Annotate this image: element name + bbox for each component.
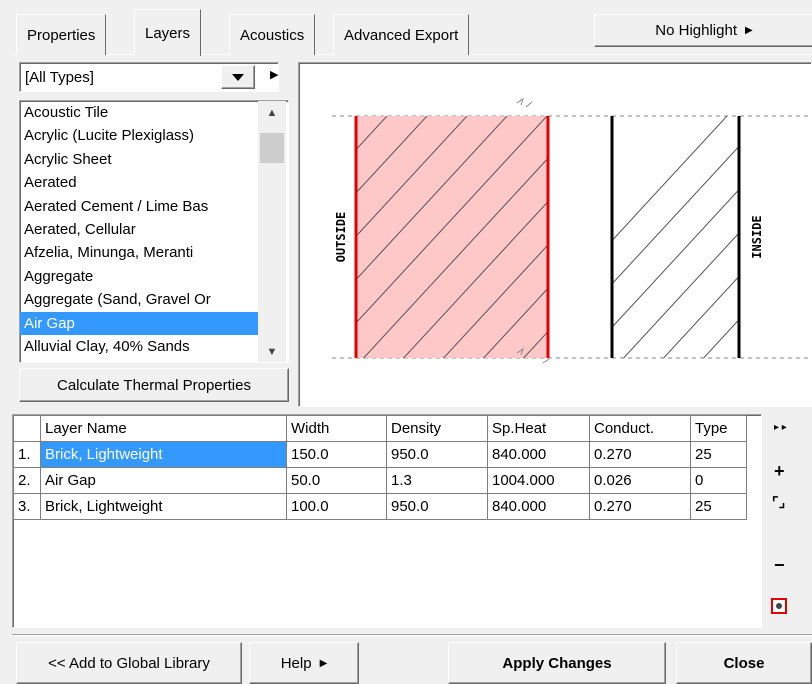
sp-heat-cell[interactable]: 1004.000	[487, 467, 590, 494]
construction-diagram: OUTSIDE INSIDE	[298, 62, 812, 407]
list-item[interactable]: Alluvial Clay, 40% Sands	[20, 335, 258, 358]
conduct-cell[interactable]: 0.270	[589, 493, 691, 520]
tab-advanced-export[interactable]: Advanced Export	[333, 14, 470, 55]
column-header-sp-heat[interactable]: Sp.Heat	[487, 415, 590, 442]
material-items: Acoustic Tile Acrylic (Lucite Plexiglass)…	[20, 101, 288, 358]
add-library-label: << Add to Global Library	[48, 654, 210, 672]
calculate-thermal-properties-button[interactable]: Calculate Thermal Properties	[19, 368, 289, 402]
help-label: Help	[280, 654, 312, 672]
row-number: 1.	[13, 441, 41, 468]
chevron-down-icon	[232, 73, 244, 81]
column-header-width[interactable]: Width	[286, 415, 387, 442]
add-layer-icon[interactable]: +	[774, 462, 785, 480]
scroll-down-icon[interactable]: ▼	[258, 346, 286, 358]
list-item[interactable]: Aerated Cement / Lime Bas	[20, 195, 258, 218]
tab-acoustics[interactable]: Acoustics	[229, 14, 316, 55]
type-cell[interactable]: 25	[690, 493, 747, 520]
type-filter-dropdown-button[interactable]	[221, 65, 255, 89]
row-number: 3.	[13, 493, 41, 520]
tab-label: Properties	[27, 26, 96, 44]
list-item[interactable]: Acrylic Sheet	[20, 148, 258, 171]
no-highlight-button[interactable]: No Highlight ▶	[594, 14, 812, 47]
no-highlight-label: No Highlight	[655, 22, 737, 39]
layers-table[interactable]: Layer Name Width Density Sp.Heat Conduct…	[12, 414, 762, 628]
width-cell[interactable]: 100.0	[286, 493, 387, 520]
column-header-type[interactable]: Type	[690, 415, 747, 442]
outside-label: OUTSIDE	[334, 212, 348, 263]
column-header-conduct[interactable]: Conduct.	[589, 415, 691, 442]
table-row[interactable]: 1. Brick, Lightweight 150.0 950.0 840.00…	[13, 441, 747, 468]
tab-label: Acoustics	[240, 26, 305, 44]
remove-layer-icon[interactable]: −	[774, 556, 785, 574]
list-item[interactable]: Acoustic Tile	[20, 101, 258, 124]
wall-section-svg: OUTSIDE INSIDE	[332, 97, 812, 364]
material-list[interactable]: Acoustic Tile Acrylic (Lucite Plexiglass)…	[19, 100, 289, 363]
density-cell[interactable]: 1.3	[386, 467, 488, 494]
tab-layers[interactable]: Layers	[134, 9, 202, 56]
layer-name-cell[interactable]: Brick, Lightweight	[40, 493, 287, 520]
conduct-cell[interactable]: 0.270	[589, 441, 691, 468]
type-filter-value: [All Types]	[25, 68, 94, 86]
density-cell[interactable]: 950.0	[386, 493, 488, 520]
sp-heat-cell[interactable]: 840.000	[487, 493, 590, 520]
row-number: 2.	[13, 467, 41, 494]
menu-arrow-icon: ▶	[319, 657, 328, 669]
layer-name-cell[interactable]: Air Gap	[40, 467, 287, 494]
list-item[interactable]: Aggregate	[20, 265, 258, 288]
menu-arrow-icon: ▶	[745, 25, 753, 36]
scroll-thumb[interactable]	[260, 133, 284, 163]
snapshot-icon[interactable]	[771, 598, 787, 614]
select-layer-icon[interactable]: ⌜⌟	[772, 495, 785, 509]
type-cell[interactable]: 0	[690, 467, 747, 494]
scroll-up-icon[interactable]: ▲	[258, 107, 286, 119]
column-header-density[interactable]: Density	[386, 415, 488, 442]
highlighted-layer-fill	[356, 116, 548, 358]
close-button[interactable]: Close	[676, 642, 812, 684]
list-item[interactable]: Afzelia, Minunga, Meranti	[20, 241, 258, 264]
bottom-separator	[12, 634, 812, 636]
table-row[interactable]: 2. Air Gap 50.0 1.3 1004.000 0.026 0	[13, 467, 747, 494]
tab-label: Layers	[145, 24, 191, 42]
close-label: Close	[723, 654, 765, 672]
layer-name-cell[interactable]: Brick, Lightweight	[40, 441, 287, 468]
density-cell[interactable]: 950.0	[386, 441, 488, 468]
conduct-cell[interactable]: 0.026	[589, 467, 691, 494]
row-number-header	[13, 415, 41, 442]
add-to-global-library-button[interactable]: << Add to Global Library	[16, 642, 242, 684]
type-cell[interactable]: 25	[690, 441, 747, 468]
inside-label: INSIDE	[750, 215, 764, 258]
tab-properties[interactable]: Properties	[16, 14, 107, 55]
list-item[interactable]: Aerated, Cellular	[20, 218, 258, 241]
list-item[interactable]: Aerated	[20, 171, 258, 194]
break-mark-top	[516, 97, 533, 108]
apply-changes-button[interactable]: Apply Changes	[448, 642, 666, 684]
list-item[interactable]: Acrylic (Lucite Plexiglass)	[20, 124, 258, 147]
more-tools-arrow-icon[interactable]: ▸ ▸	[774, 422, 787, 433]
filter-menu-arrow-icon[interactable]: ▶	[270, 68, 278, 81]
width-cell[interactable]: 50.0	[286, 467, 387, 494]
list-item[interactable]: Aggregate (Sand, Gravel Or	[20, 288, 258, 311]
help-button[interactable]: Help ▶	[249, 642, 359, 684]
calculate-button-label: Calculate Thermal Properties	[57, 376, 251, 394]
sp-heat-cell[interactable]: 840.000	[487, 441, 590, 468]
material-list-scrollbar[interactable]: ▲ ▼	[258, 101, 286, 362]
width-cell[interactable]: 150.0	[286, 441, 387, 468]
apply-changes-label: Apply Changes	[502, 654, 612, 672]
list-item[interactable]: Air Gap	[20, 311, 258, 335]
table-header-row: Layer Name Width Density Sp.Heat Conduct…	[13, 415, 747, 442]
table-row[interactable]: 3. Brick, Lightweight 100.0 950.0 840.00…	[13, 493, 747, 520]
tab-label: Advanced Export	[344, 26, 459, 44]
column-header-layer-name[interactable]: Layer Name	[40, 415, 287, 442]
